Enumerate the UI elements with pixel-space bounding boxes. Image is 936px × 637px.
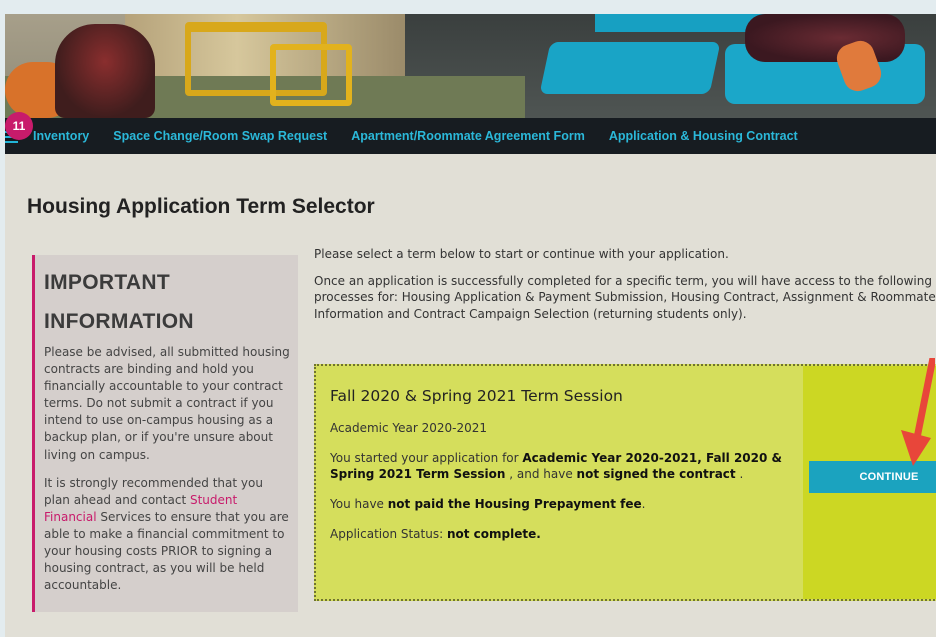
intro-line: Information and Contract Campaign Select…: [314, 306, 747, 321]
prepayment-status-bold: not paid the Housing Prepayment fee: [387, 497, 642, 511]
nav-item-inventory[interactable]: Inventory: [33, 129, 89, 143]
text: Application Status:: [330, 527, 447, 541]
nav-links: Inventory Space Change/Room Swap Request…: [33, 118, 822, 154]
page-frame: 11 Inventory Space Change/Room Swap Requ…: [5, 14, 936, 637]
important-paragraph-binding: Please be advised, all submitted housing…: [44, 345, 290, 462]
important-paragraph-recommendation: It is strongly recommended that you plan…: [44, 475, 290, 595]
important-info-panel: IMPORTANT INFORMATION Please be advised,…: [32, 255, 298, 612]
important-title: IMPORTANT INFORMATION: [44, 263, 290, 341]
intro-paragraph: Once an application is successfully comp…: [314, 273, 936, 323]
main-nav: 11 Inventory Space Change/Room Swap Requ…: [5, 112, 936, 154]
text: You started your application for: [330, 451, 523, 465]
nav-item-apartment-agreement[interactable]: Apartment/Roommate Agreement Form: [351, 129, 585, 143]
prepayment-text: You have not paid the Housing Prepayment…: [330, 496, 800, 512]
text: .: [735, 467, 744, 481]
application-started-text: You started your application for Academi…: [330, 450, 800, 482]
text: , and have: [505, 467, 577, 481]
banner-person: [745, 14, 905, 62]
term-title: Fall 2020 & Spring 2021 Term Session: [330, 387, 623, 405]
text: .: [641, 497, 646, 511]
banner-image: [5, 14, 936, 118]
banner-chair: [270, 44, 352, 106]
term-session-card: Fall 2020 & Spring 2021 Term Session Aca…: [314, 364, 936, 601]
red-arrow-annotation-icon: [901, 358, 935, 466]
contract-status-bold: not signed the contract: [576, 467, 736, 481]
term-details: Fall 2020 & Spring 2021 Term Session Aca…: [330, 388, 800, 556]
application-status-bold: not complete.: [446, 527, 541, 541]
intro-line: Please select a term below to start or c…: [314, 247, 729, 261]
intro-line: Once an application is successfully comp…: [314, 273, 936, 288]
banner-person: [55, 24, 155, 118]
nav-item-application-contract[interactable]: Application & Housing Contract: [609, 129, 798, 143]
page-title: Housing Application Term Selector: [27, 195, 375, 218]
important-title-line2: INFORMATION: [44, 310, 194, 333]
intro-line: processes for: Housing Application & Pay…: [314, 290, 936, 304]
notification-badge[interactable]: 11: [5, 112, 33, 140]
banner-lounge: [539, 42, 721, 94]
text: You have: [330, 497, 388, 511]
application-status-text: Application Status: not complete.: [330, 526, 800, 542]
important-title-line1: IMPORTANT: [44, 271, 170, 294]
nav-item-space-change[interactable]: Space Change/Room Swap Request: [113, 129, 327, 143]
intro-text: Please select a term below to start or c…: [314, 246, 936, 332]
academic-year: Academic Year 2020-2021: [330, 421, 488, 435]
